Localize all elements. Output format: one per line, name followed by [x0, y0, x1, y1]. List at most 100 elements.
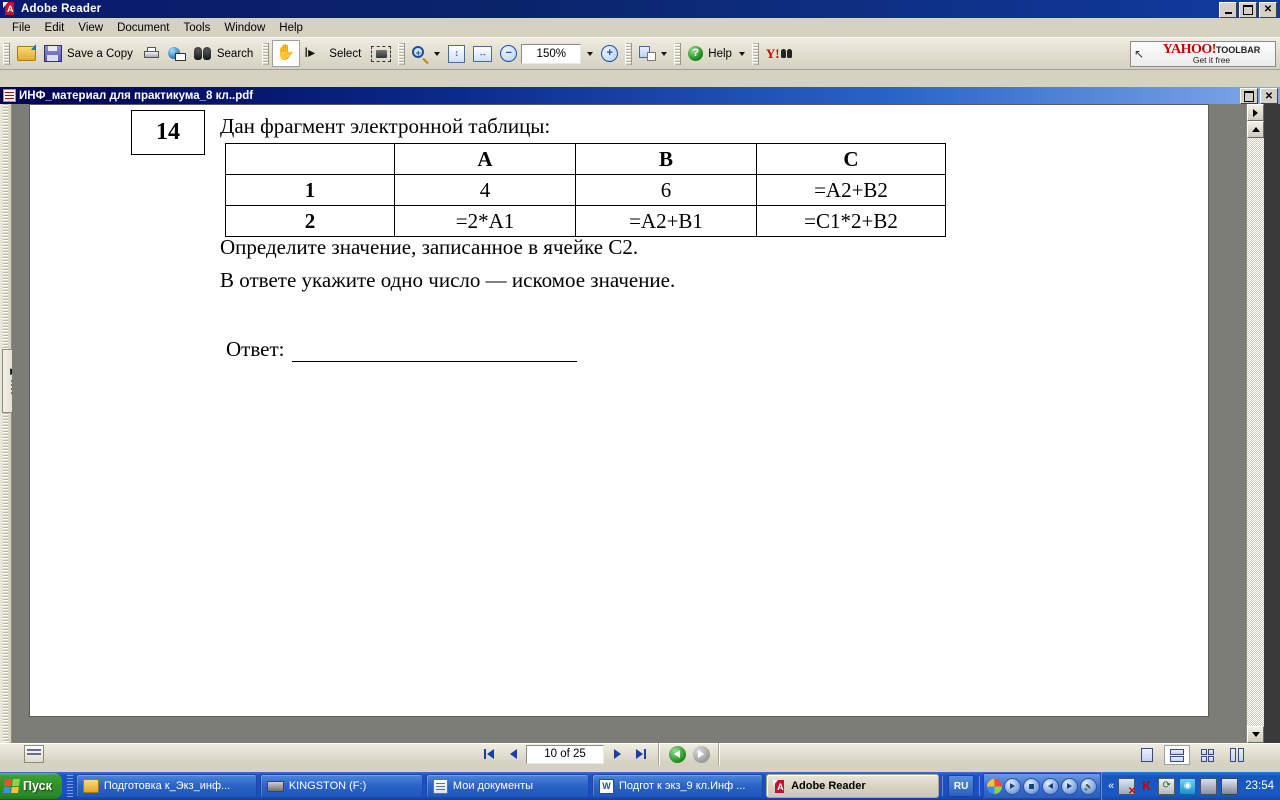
open-file-button[interactable] [13, 40, 40, 67]
menu-item-document[interactable]: Document [110, 20, 176, 36]
menu-item-file[interactable]: File [5, 20, 38, 36]
zoom-in-button[interactable]: + [597, 40, 622, 67]
chevron-down-icon-zoom[interactable] [587, 51, 594, 56]
document-restore-button[interactable] [1240, 88, 1258, 104]
zoom-dropdown-button[interactable] [581, 40, 597, 67]
taskbar-item-adobe-reader[interactable]: A Adobe Reader [766, 774, 940, 798]
toolbar-grip-3[interactable] [398, 42, 406, 65]
toolbar-grip-2[interactable] [262, 42, 270, 65]
next-view-button[interactable] [690, 745, 712, 763]
scroll-up-button[interactable] [1247, 121, 1264, 138]
fit-width-button[interactable]: ↔ [469, 40, 496, 67]
navigation-pane-splitter[interactable] [0, 104, 12, 743]
maximize-button[interactable] [1239, 2, 1257, 18]
previous-view-button[interactable] [666, 745, 688, 763]
layout-continuous-facing-button[interactable] [1224, 745, 1250, 765]
toolbar-grip-6[interactable] [751, 42, 759, 65]
adobe-reader-icon-taskbar: A [773, 779, 786, 793]
taskbar-grip[interactable] [66, 775, 73, 797]
taskbar-item-kingston[interactable]: KINGSTON (F:) [259, 774, 423, 798]
chevron-down-icon-pages[interactable] [661, 51, 668, 56]
bar-icon [484, 749, 486, 759]
vertical-scrollbar[interactable] [1246, 104, 1264, 743]
media-next-button[interactable] [1061, 777, 1079, 795]
printer-icon [143, 46, 160, 61]
previous-page-button[interactable] [502, 745, 524, 763]
fit-page-button[interactable]: ↕ [444, 40, 469, 67]
cell-c1: =A2+B2 [756, 174, 946, 206]
shield-icon[interactable]: ◉ [1179, 777, 1197, 795]
page-thumbnail-icon[interactable] [24, 744, 44, 763]
layout-continuous-button[interactable] [1164, 745, 1190, 765]
media-play-button[interactable] [1004, 777, 1022, 795]
usb-drive-icon [266, 780, 284, 792]
document-close-button[interactable]: ✕ [1260, 88, 1278, 104]
hand-tool-button[interactable]: ✋ [272, 40, 301, 67]
page-number-input[interactable]: 10 of 25 [526, 744, 604, 764]
page-layout-button[interactable] [635, 40, 671, 67]
binoculars-icon [193, 47, 212, 61]
snapshot-tool-button[interactable] [367, 40, 395, 67]
menu-item-edit[interactable]: Edit [38, 20, 72, 36]
row-label-2: 2 [225, 205, 395, 237]
email-button[interactable] [164, 40, 190, 67]
toolbar-grip-4[interactable] [625, 42, 633, 65]
menu-item-help[interactable]: Help [272, 20, 310, 36]
toolbar-grip[interactable] [3, 42, 10, 65]
close-button[interactable]: ✕ [1259, 2, 1277, 18]
taskbar-item-podgotovka[interactable]: Подготовка к_Экз_инф... [75, 774, 257, 798]
minimize-button[interactable] [1219, 2, 1237, 18]
start-button[interactable]: Пуск [0, 773, 62, 799]
next-page-button[interactable] [606, 745, 628, 763]
layout-facing-button[interactable] [1194, 745, 1220, 765]
media-previous-button[interactable] [1042, 777, 1060, 795]
tray-expand-icon[interactable]: « [1108, 780, 1114, 792]
taskbar-clock[interactable]: 23:54 [1245, 780, 1274, 792]
pdf-page: 14 Дан фрагмент электронной таблицы: A B… [29, 104, 1209, 717]
usb-eject-icon[interactable] [1200, 777, 1218, 795]
table-row: 2 =2*A1 =A2+B1 =C1*2+B2 [225, 205, 946, 237]
help-label: Help [708, 47, 732, 60]
scrollbar-track[interactable] [1247, 138, 1264, 726]
display-icon[interactable] [1221, 777, 1239, 795]
kaspersky-icon[interactable]: K [1139, 778, 1154, 794]
search-button[interactable]: Search [190, 40, 259, 67]
taskbar-item-word-doc[interactable]: W Подгот к экз_9 кл.Инф ... [592, 774, 764, 798]
zoom-in-tool-button[interactable]: + [408, 40, 444, 67]
help-question-icon: ? [688, 46, 704, 61]
language-indicator[interactable]: RU [948, 775, 975, 797]
zoom-level-input[interactable]: 150% [521, 43, 582, 64]
navigation-pane-grip[interactable] [3, 104, 8, 743]
table-header-b: B [575, 143, 757, 175]
first-page-button[interactable] [478, 745, 500, 763]
media-mute-button[interactable]: 🔊 [1080, 777, 1098, 795]
layout-single-page-button[interactable] [1134, 745, 1160, 765]
taskbar-item-moi-dokumenty[interactable]: Мои документы [425, 774, 590, 798]
chevron-down-icon-help[interactable] [738, 51, 745, 56]
toolbar-grip-5[interactable] [674, 42, 682, 65]
chevron-down-icon[interactable] [434, 51, 441, 56]
scroll-expand-right-button[interactable] [1247, 104, 1264, 121]
menu-item-window[interactable]: Window [217, 20, 272, 36]
zoom-out-button[interactable]: − [496, 40, 521, 67]
yahoo-search-button[interactable]: Y! [762, 40, 796, 67]
pdf-page-content: 14 Дан фрагмент электронной таблицы: A B… [30, 105, 1208, 716]
help-button[interactable]: ? Help [684, 40, 749, 67]
network-disconnected-icon[interactable] [1118, 777, 1136, 797]
save-a-copy-button[interactable]: Save a Copy [40, 40, 139, 67]
select-tool-button[interactable]: I▸ Select [300, 40, 367, 67]
yahoo-toolbar-banner[interactable]: ↖ YAHOO!TOOLBAR Get it free [1130, 41, 1276, 67]
table-header-a: A [394, 143, 576, 175]
print-button[interactable] [139, 40, 164, 67]
taskbar-item-label: Подготовка к_Экз_инф... [103, 780, 231, 792]
cell-c2: =C1*2+B2 [756, 205, 946, 237]
scroll-down-button[interactable] [1247, 726, 1264, 743]
media-stop-button[interactable] [1023, 777, 1041, 795]
select-label: Select [329, 47, 362, 60]
text-select-icon: I▸ [304, 43, 316, 60]
document-window-controls: ✕ [1240, 88, 1278, 104]
last-page-button[interactable] [630, 745, 652, 763]
sync-icon[interactable]: ⟳ [1158, 777, 1176, 795]
menu-item-tools[interactable]: Tools [177, 20, 218, 36]
menu-item-view[interactable]: View [71, 20, 110, 36]
